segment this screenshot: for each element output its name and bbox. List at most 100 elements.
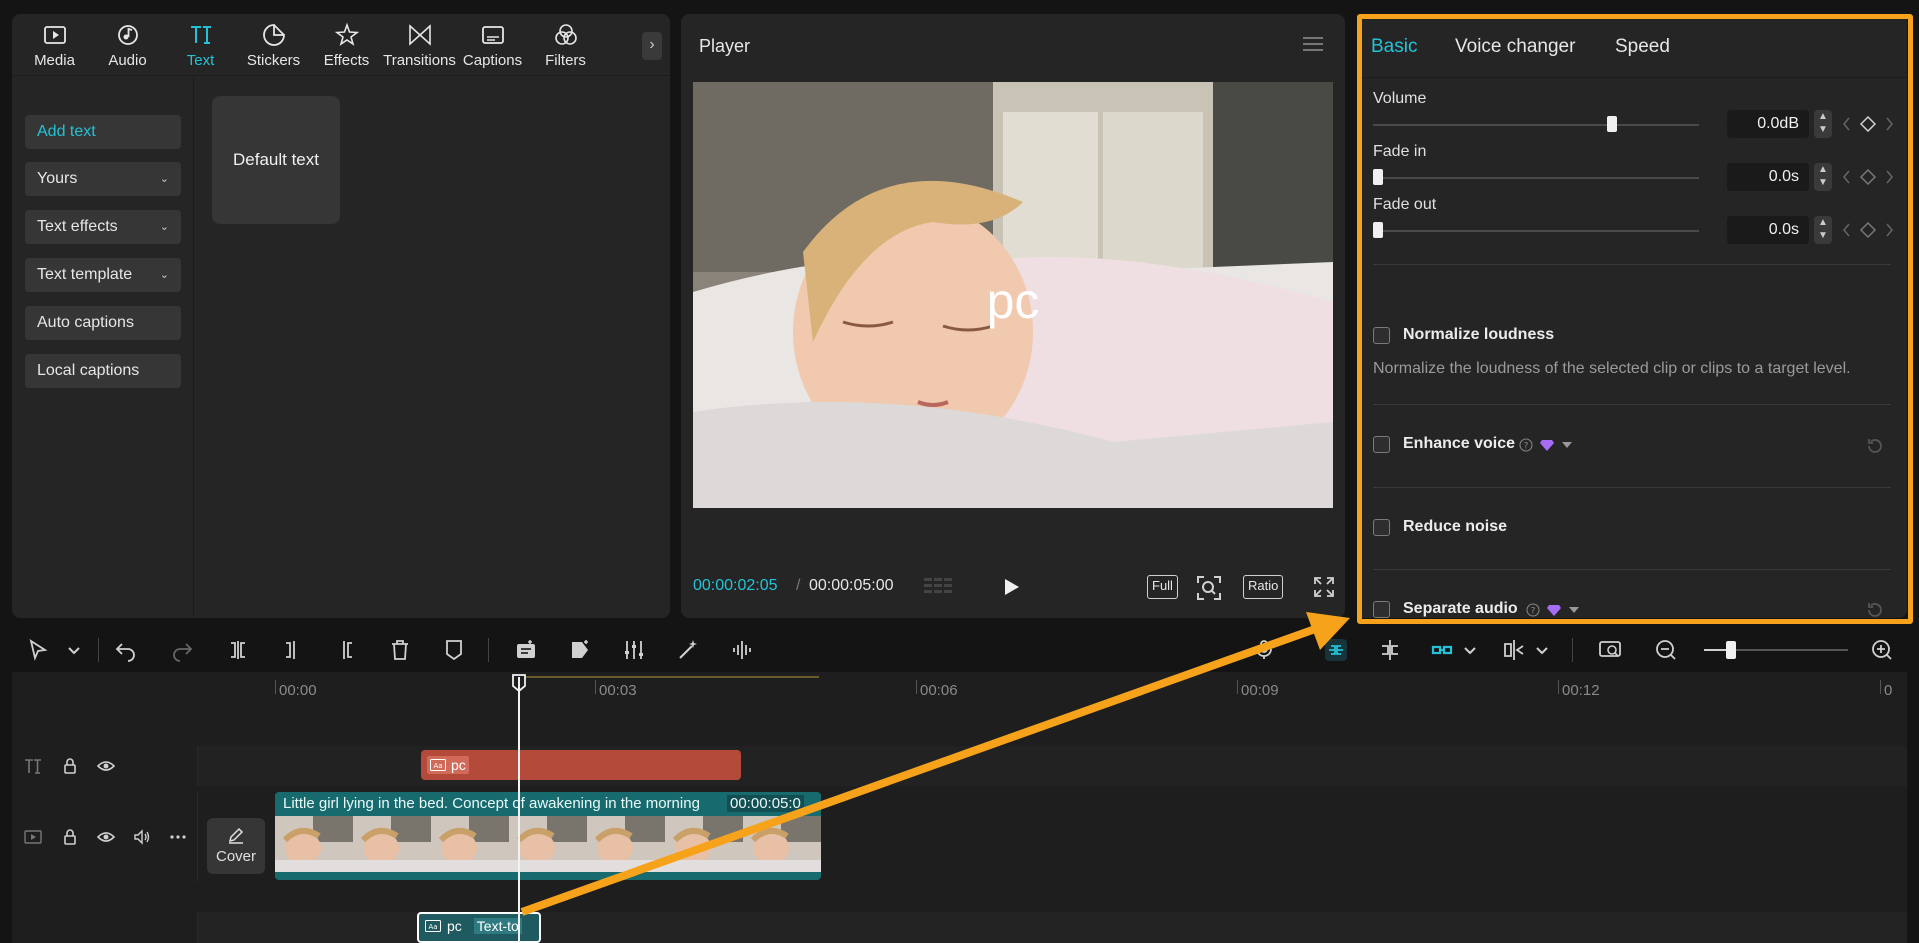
caret-down-icon[interactable] xyxy=(1561,441,1573,449)
split-icon[interactable] xyxy=(226,638,250,662)
fade-in-label: Fade in xyxy=(1373,143,1427,160)
enhance-voice-checkbox[interactable] xyxy=(1373,436,1390,453)
local-captions-button[interactable]: Local captions xyxy=(25,354,181,388)
adjust-icon[interactable] xyxy=(622,638,646,662)
menu-icon[interactable] xyxy=(1303,36,1323,52)
audio-icon xyxy=(117,24,138,45)
redo-icon[interactable] xyxy=(170,638,194,662)
text-template-label: Text template xyxy=(37,266,133,283)
auto-snap-icon[interactable] xyxy=(1378,638,1402,662)
auto-captions-button[interactable]: Auto captions xyxy=(25,306,181,340)
fade-in-slider-thumb[interactable] xyxy=(1373,169,1383,185)
reset-icon[interactable] xyxy=(1865,436,1885,456)
video-clip[interactable]: Little girl lying in the bed. Concept of… xyxy=(275,792,821,880)
chevron-down-icon[interactable] xyxy=(62,638,86,662)
preview-axis-icon[interactable] xyxy=(1502,638,1526,662)
eye-icon[interactable] xyxy=(97,828,115,846)
normalize-loudness-checkbox[interactable] xyxy=(1373,327,1390,344)
overlay-text: pc xyxy=(986,273,1040,329)
reduce-noise-checkbox[interactable] xyxy=(1373,519,1390,536)
tab-stickers[interactable]: Stickers xyxy=(237,14,310,76)
speaker-icon[interactable] xyxy=(133,828,151,846)
waveform-icon[interactable] xyxy=(730,638,754,662)
fullscreen-icon[interactable] xyxy=(1313,576,1335,598)
video-preview[interactable]: pc xyxy=(693,82,1333,508)
lock-icon[interactable] xyxy=(61,828,79,846)
volume-value[interactable]: 0.0dB xyxy=(1727,110,1809,138)
svg-text:Aa: Aa xyxy=(428,923,437,931)
tab-filters[interactable]: Filters xyxy=(529,14,602,76)
tab-speed[interactable]: Speed xyxy=(1615,36,1670,58)
keyframe-icon[interactable] xyxy=(1841,222,1895,238)
default-text-card[interactable]: Default text xyxy=(212,96,340,224)
zoom-to-fit-icon[interactable] xyxy=(1598,638,1622,662)
yours-dropdown[interactable]: Yours ⌄ xyxy=(25,162,181,196)
effects-icon xyxy=(334,22,359,46)
chevron-down-icon[interactable] xyxy=(1458,638,1482,662)
lock-icon[interactable] xyxy=(61,757,79,775)
select-cursor-icon[interactable] xyxy=(26,638,50,662)
undo-icon[interactable] xyxy=(114,638,138,662)
link-icon[interactable] xyxy=(1430,638,1454,662)
playhead[interactable] xyxy=(518,677,520,943)
separate-audio-label: Separate audio xyxy=(1403,600,1518,617)
marker-icon[interactable] xyxy=(442,638,466,662)
delete-icon[interactable] xyxy=(388,638,412,662)
tab-media[interactable]: Media xyxy=(18,14,91,76)
full-button[interactable]: Full xyxy=(1147,575,1178,599)
eye-icon[interactable] xyxy=(97,757,115,775)
fade-in-value[interactable]: 0.0s xyxy=(1727,163,1809,191)
volume-slider[interactable] xyxy=(1373,124,1699,126)
chevron-right-icon[interactable]: › xyxy=(642,32,662,60)
help-icon[interactable]: ? xyxy=(1519,438,1533,452)
split-right-icon[interactable] xyxy=(334,638,358,662)
tab-voice-changer[interactable]: Voice changer xyxy=(1455,36,1575,58)
cover-button[interactable]: Cover xyxy=(207,818,265,874)
fade-in-slider[interactable] xyxy=(1373,177,1699,179)
tab-basic[interactable]: Basic xyxy=(1371,36,1417,58)
svg-text:Aa: Aa xyxy=(433,762,442,770)
video-thumbnail xyxy=(665,816,743,872)
tab-effects[interactable]: Effects xyxy=(310,14,383,76)
split-left-icon[interactable] xyxy=(280,638,304,662)
fade-out-value[interactable]: 0.0s xyxy=(1727,216,1809,244)
chevron-down-icon[interactable] xyxy=(1530,638,1554,662)
ratio-button[interactable]: Ratio xyxy=(1243,575,1284,599)
main-track-magnet-icon[interactable] xyxy=(1324,638,1348,662)
separate-audio-checkbox[interactable] xyxy=(1373,601,1390,618)
tab-text[interactable]: Text xyxy=(164,14,237,76)
text-to-speech-audio-clip[interactable]: Aa pc Text-to xyxy=(417,912,541,943)
add-text-button[interactable]: Add text xyxy=(25,115,181,149)
fade-in-stepper[interactable]: ▲ ▼ xyxy=(1814,163,1832,191)
text-template-dropdown[interactable]: Text template ⌄ xyxy=(25,258,181,292)
volume-slider-thumb[interactable] xyxy=(1606,116,1617,132)
fade-out-stepper[interactable]: ▲ ▼ xyxy=(1814,216,1832,244)
volume-stepper[interactable]: ▲ ▼ xyxy=(1814,110,1832,138)
tab-transitions[interactable]: Transitions xyxy=(383,14,456,76)
tag-icon[interactable] xyxy=(568,638,592,662)
fade-out-slider[interactable] xyxy=(1373,230,1699,232)
microphone-icon[interactable] xyxy=(1252,638,1276,662)
text-clip[interactable]: Aa pc xyxy=(421,750,741,780)
zoom-slider-thumb[interactable] xyxy=(1726,641,1736,659)
more-icon[interactable] xyxy=(169,828,187,846)
keyframe-icon[interactable] xyxy=(1841,116,1895,132)
keyframe-icon[interactable] xyxy=(1841,169,1895,185)
zoom-in-icon[interactable] xyxy=(1870,638,1894,662)
play-icon[interactable] xyxy=(1001,577,1021,597)
add-text-track-icon[interactable] xyxy=(514,638,538,662)
fade-out-slider-thumb[interactable] xyxy=(1373,222,1383,238)
player-panel: Player pc 00:00:02:05 / 00:00:05:00 Full… xyxy=(681,14,1345,618)
magic-wand-icon[interactable] xyxy=(676,638,700,662)
timeline[interactable]: 00:00 00:03 00:06 00:09 00:12 0 Cover Aa… xyxy=(12,672,1907,943)
tab-captions[interactable]: Captions xyxy=(456,14,529,76)
help-icon[interactable]: ? xyxy=(1526,603,1540,617)
tab-audio[interactable]: Audio xyxy=(91,14,164,76)
zoom-fit-icon[interactable] xyxy=(1196,575,1222,601)
chevron-down-icon: ⌄ xyxy=(159,221,169,233)
zoom-out-icon[interactable] xyxy=(1654,638,1678,662)
caret-down-icon[interactable] xyxy=(1568,606,1580,614)
reset-icon[interactable] xyxy=(1865,600,1885,620)
text-effects-dropdown[interactable]: Text effects ⌄ xyxy=(25,210,181,244)
text-icon xyxy=(25,759,41,774)
